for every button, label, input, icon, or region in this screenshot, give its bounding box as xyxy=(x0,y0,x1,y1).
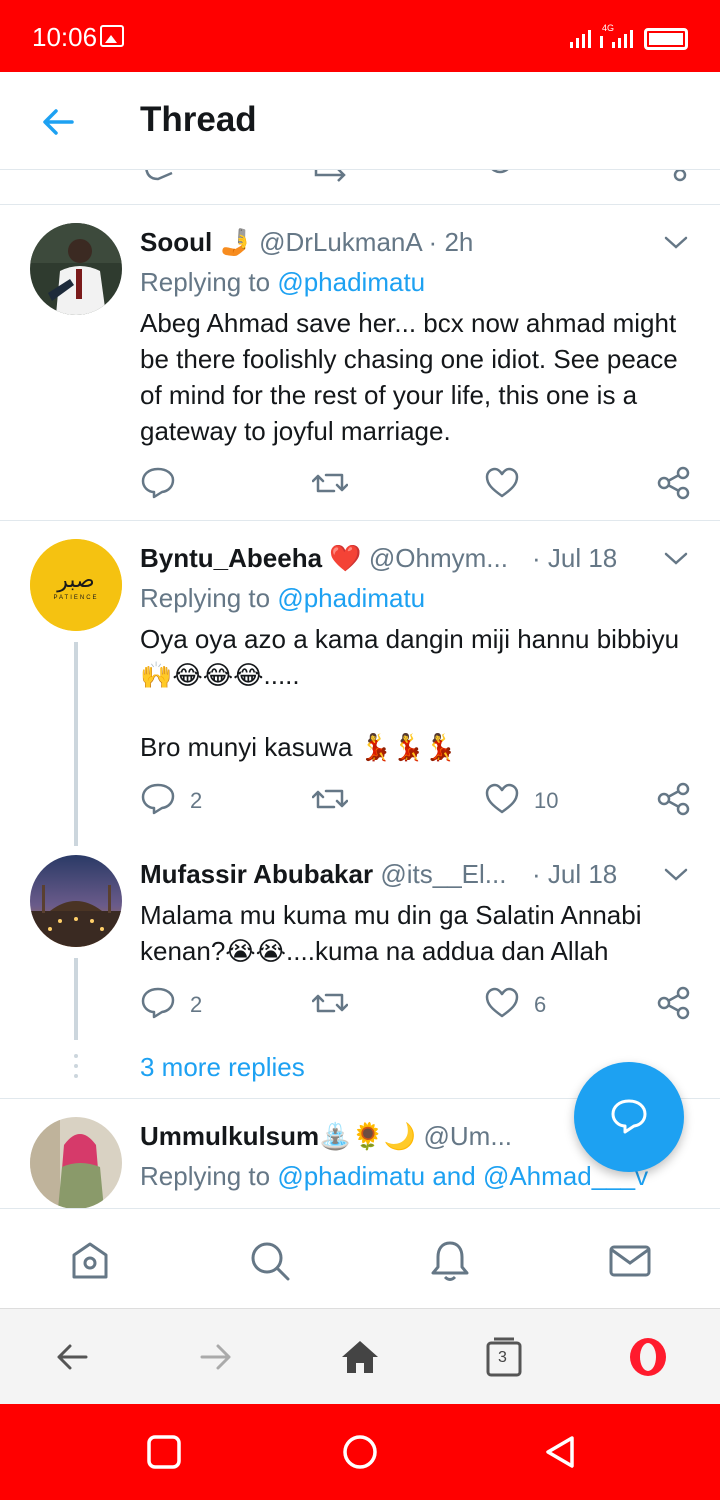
share-button[interactable] xyxy=(656,985,692,1025)
retweet-button[interactable] xyxy=(312,781,392,821)
avatar[interactable] xyxy=(30,1117,122,1208)
tweet-actions: 2 10 xyxy=(0,781,720,821)
thread-dots xyxy=(74,1054,78,1084)
previous-tweet-actions xyxy=(0,165,720,205)
mention-link[interactable]: @phadimatu xyxy=(277,583,425,613)
tweet-actions: 2 6 xyxy=(0,985,720,1025)
heart-icon xyxy=(485,783,519,814)
chevron-down-icon[interactable] xyxy=(664,551,688,567)
replying-to: Replying to @phadimatu xyxy=(140,267,426,297)
tweet-author[interactable]: Sooul 🤳 @DrLukmanA · 2h xyxy=(140,227,473,258)
reply-bubble-icon xyxy=(611,1099,647,1134)
compose-reply-button[interactable] xyxy=(574,1062,684,1172)
more-replies-link[interactable]: 3 more replies xyxy=(140,1052,305,1083)
browser-back-icon[interactable] xyxy=(52,1337,92,1377)
browser-toolbar: 3 xyxy=(0,1308,720,1404)
tweet-author[interactable]: Ummulkulsum⛲🌻🌙 @Um... xyxy=(140,1121,512,1152)
thread-connector xyxy=(74,642,78,846)
battery-icon xyxy=(644,28,688,50)
twitter-bottom-nav xyxy=(0,1208,720,1308)
tweet-author[interactable]: Mufassir Abubakar @its__El... xyxy=(140,859,506,890)
back-arrow-icon[interactable] xyxy=(38,102,78,142)
notifications-bell-icon[interactable] xyxy=(428,1239,472,1283)
avatar-text: PATIENCE xyxy=(53,595,98,601)
browser-forward-icon[interactable] xyxy=(196,1337,236,1377)
tweet[interactable]: صبر PATIENCE Byntu_Abeeha ❤️ @Ohmym... ·… xyxy=(0,521,720,841)
share-button[interactable] xyxy=(656,465,692,505)
android-navigation-bar xyxy=(0,1404,720,1500)
tweet-text: Abeg Ahmad save her... bcx now ahmad mig… xyxy=(140,308,678,446)
retweet-button[interactable] xyxy=(312,985,392,1025)
tweet-text: Oya oya azo a kama dangin miji hannu bib… xyxy=(140,624,680,762)
like-button[interactable]: 10 xyxy=(484,781,584,821)
reply-button[interactable] xyxy=(140,465,220,505)
tweet-handle: @Um... xyxy=(423,1121,513,1151)
tweet-handle: @its__El... xyxy=(380,859,507,889)
svg-text:4G: 4G xyxy=(602,23,614,33)
tweet-time: · Jul 18 xyxy=(532,859,618,889)
chevron-down-icon[interactable] xyxy=(664,235,688,251)
share-button[interactable] xyxy=(656,781,692,821)
retweet-icon xyxy=(312,473,348,493)
name-emoji: ❤️ xyxy=(329,543,362,573)
tweet-time: 2h xyxy=(444,227,474,257)
tabs-count: 3 xyxy=(498,1349,507,1366)
thread-connector xyxy=(74,958,78,1040)
retweet-icon xyxy=(312,993,348,1013)
retweet-icon xyxy=(312,789,348,809)
messages-mail-icon[interactable] xyxy=(608,1239,652,1283)
search-icon[interactable] xyxy=(248,1239,292,1283)
status-bar: 10:06 4G xyxy=(0,0,720,72)
tweet[interactable]: Mufassir Abubakar @its__El... · Jul 18 M… xyxy=(0,841,720,1051)
tabs-button[interactable]: 3 xyxy=(484,1337,524,1377)
mention-link[interactable]: @phadimatu and @Ahmad___v xyxy=(277,1161,648,1191)
browser-home-icon[interactable] xyxy=(340,1337,380,1377)
tweet[interactable]: Sooul 🤳 @DrLukmanA · 2h Replying to @pha… xyxy=(0,205,720,521)
share-icon xyxy=(657,986,690,1020)
app-header: Thread xyxy=(0,72,720,170)
opera-menu-icon[interactable] xyxy=(628,1337,668,1377)
tweet-handle: @Ohmym... xyxy=(368,543,508,573)
recent-apps-icon[interactable] xyxy=(146,1434,182,1470)
tweet-author[interactable]: Byntu_Abeeha ❤️ @Ohmym... xyxy=(140,543,508,574)
retweet-button[interactable] xyxy=(312,465,392,505)
like-button[interactable]: 6 xyxy=(484,985,584,1025)
name-emoji: 🤳 xyxy=(219,227,252,257)
like-button[interactable] xyxy=(484,465,584,505)
reply-icon xyxy=(141,467,175,499)
status-time: 10:06 xyxy=(32,22,98,52)
gallery-notification-icon xyxy=(100,25,124,47)
tweet-actions xyxy=(0,465,720,505)
replying-to: Replying to @phadimatu xyxy=(140,583,426,613)
heart-icon xyxy=(485,987,519,1018)
reply-button[interactable]: 2 xyxy=(140,781,220,821)
tweet-time: · Jul 18 xyxy=(532,543,618,573)
avatar[interactable] xyxy=(30,223,122,315)
tweet-text: Malama mu kuma mu din ga Salatin Annabi … xyxy=(140,900,642,966)
share-icon xyxy=(657,466,690,500)
reply-icon xyxy=(141,783,175,815)
heart-icon xyxy=(485,467,519,498)
reply-button[interactable]: 2 xyxy=(140,985,220,1025)
previous-tweet-action-icons[interactable] xyxy=(0,165,720,205)
back-triangle-icon[interactable] xyxy=(542,1434,578,1470)
mention-link[interactable]: @phadimatu xyxy=(277,267,425,297)
home-circle-icon[interactable] xyxy=(342,1434,378,1470)
share-icon xyxy=(657,782,690,816)
avatar-arabic-text: صبر xyxy=(56,568,94,593)
tweet-handle: @DrLukmanA xyxy=(259,227,422,257)
name-emoji: ⛲🌻🌙 xyxy=(319,1121,417,1151)
home-icon[interactable] xyxy=(68,1239,112,1283)
avatar[interactable] xyxy=(30,855,122,947)
signal-icon: 4G xyxy=(570,23,633,48)
replying-to: Replying to @phadimatu and @Ahmad___v xyxy=(140,1161,649,1191)
reply-icon xyxy=(141,987,175,1019)
page-title: Thread xyxy=(140,100,257,139)
chevron-down-icon[interactable] xyxy=(664,867,688,883)
avatar[interactable]: صبر PATIENCE xyxy=(30,539,122,631)
